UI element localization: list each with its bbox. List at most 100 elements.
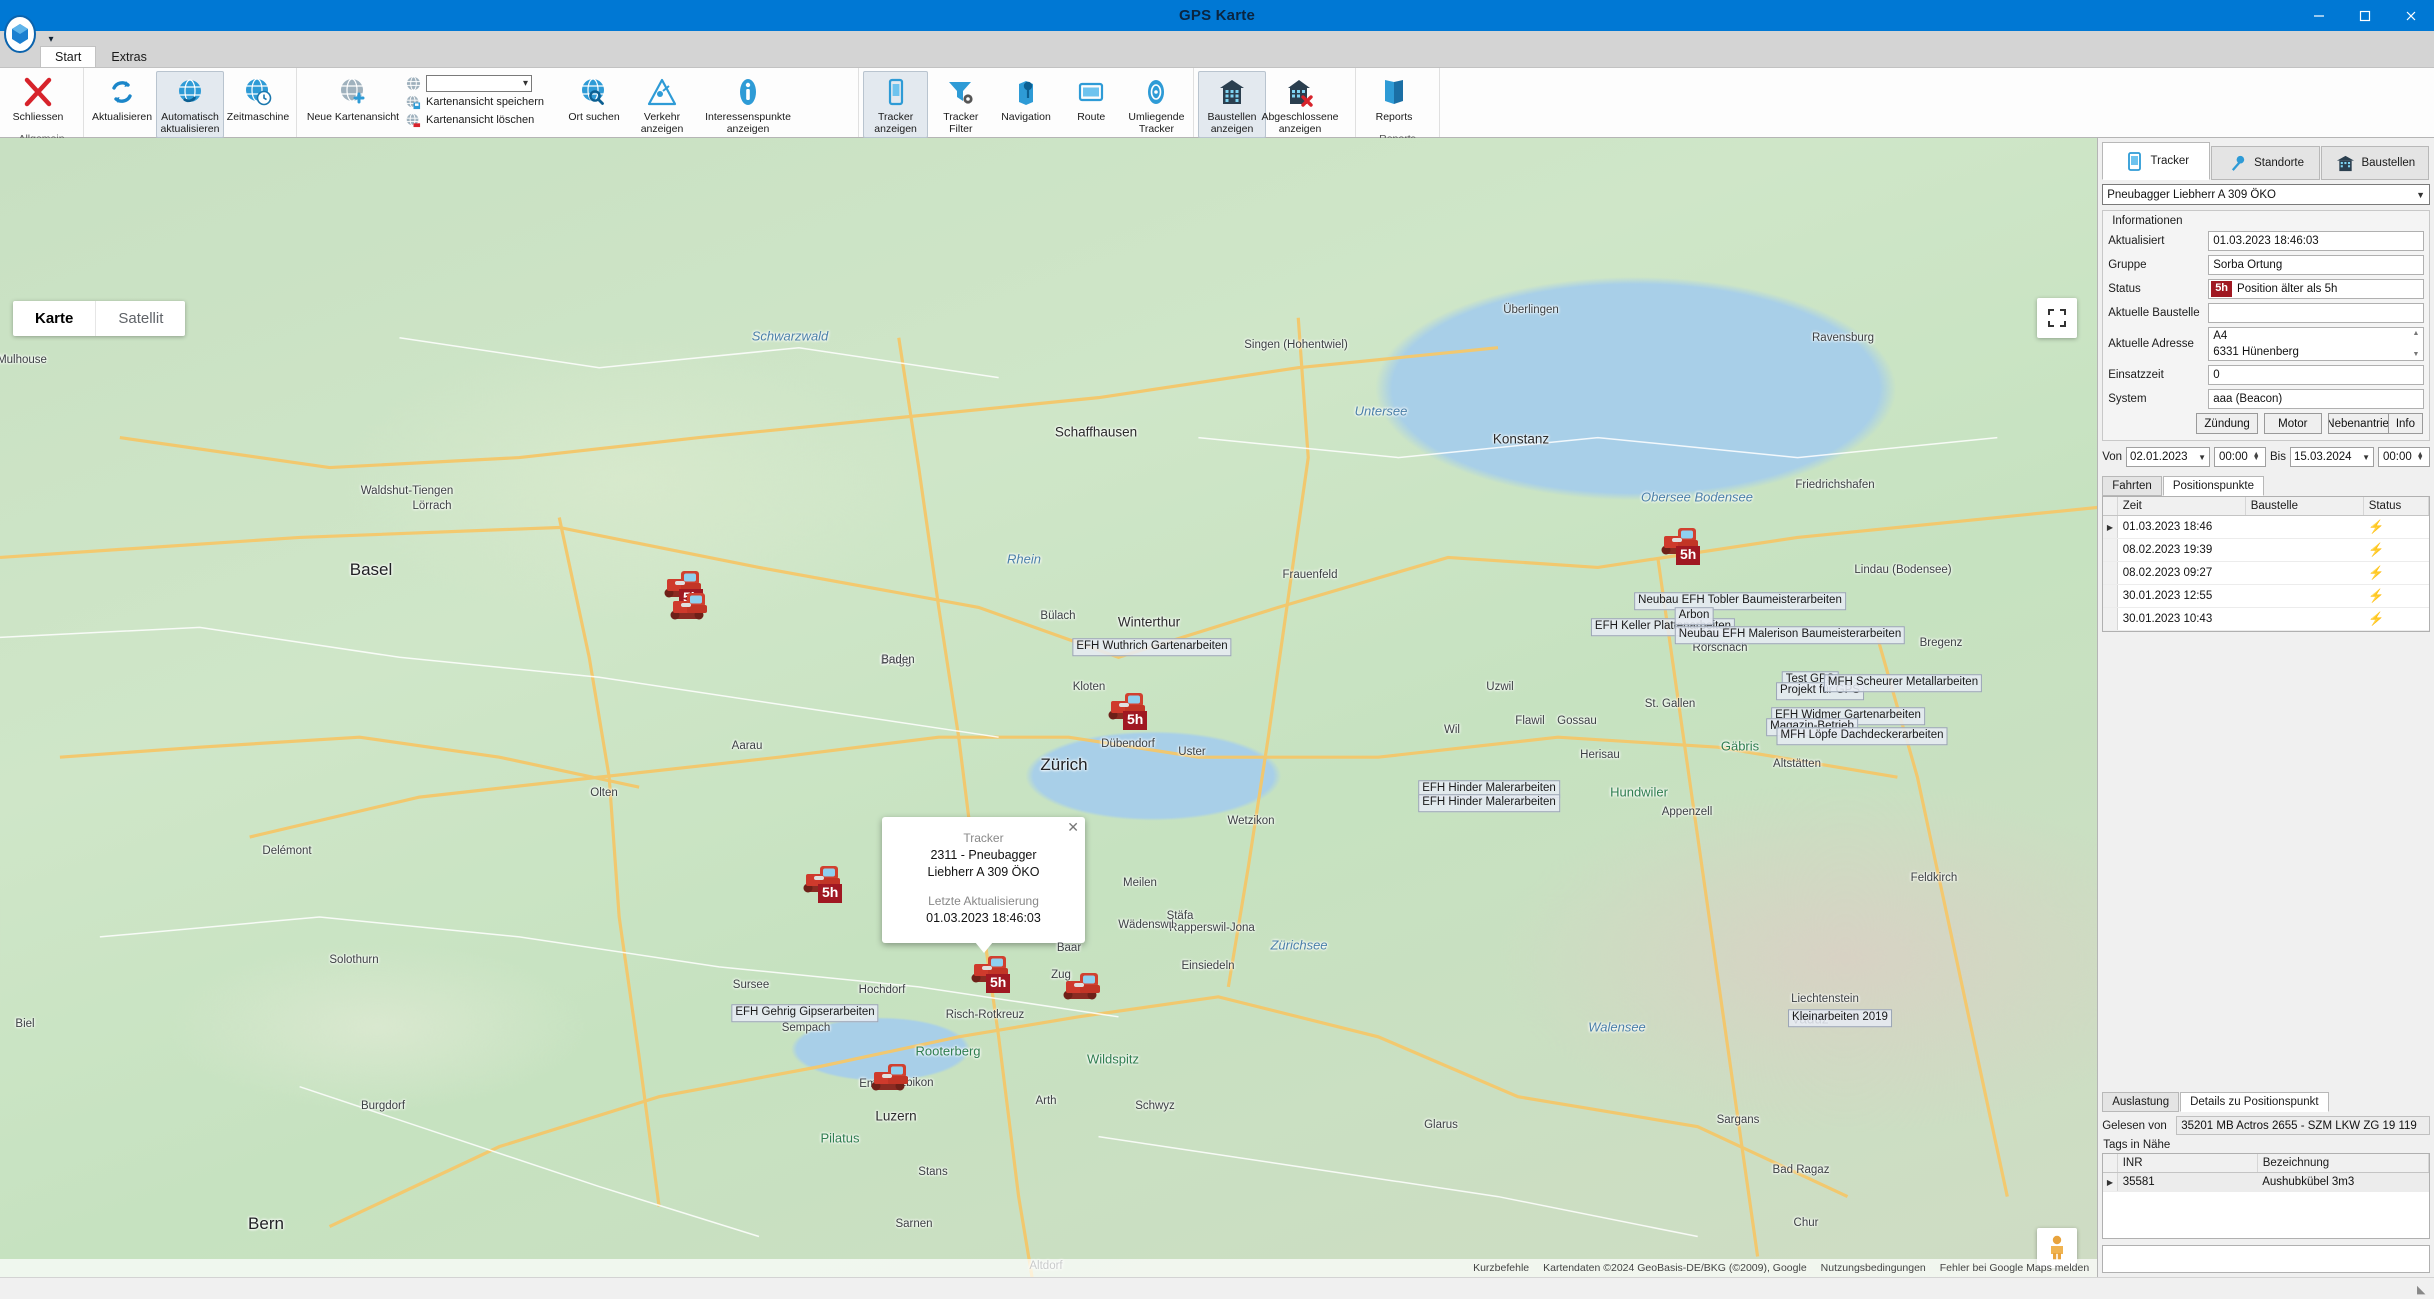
schliessen-button[interactable]: Schliessen xyxy=(4,71,72,133)
tracker-marker[interactable] xyxy=(1062,971,1108,1010)
table-row[interactable]: 30.01.2023 10:43 ⚡ xyxy=(2103,607,2429,631)
info-icon xyxy=(733,75,763,109)
tracker-anzeigen-button[interactable]: Tracker anzeigen xyxy=(863,71,929,139)
automatisch-aktualisieren-button[interactable]: Automatisch aktualisieren xyxy=(156,71,224,139)
sidebar-tab-tracker[interactable]: Tracker xyxy=(2102,142,2211,180)
tracker-filter-button[interactable]: Tracker Filter xyxy=(928,71,993,138)
construction-site-label[interactable]: Neubau EFH Malerison Baumeisterarbeiten xyxy=(1674,626,1906,644)
tab-details-positionspunkt[interactable]: Details zu Positionspunkt xyxy=(2180,1092,2329,1112)
tags-grid[interactable]: INR Bezeichnung ▶ 35581 Aushubkübel 3m3 xyxy=(2102,1153,2430,1239)
ribbon-tab-label: Extras xyxy=(111,50,147,64)
maximize-icon[interactable] xyxy=(2342,0,2388,31)
kartenansicht-speichern-button[interactable]: Kartenansicht speichern xyxy=(405,94,544,110)
attribution-report[interactable]: Fehler bei Google Maps melden xyxy=(1940,1262,2089,1274)
column-baustelle[interactable]: Baustelle xyxy=(2245,497,2364,516)
resize-grip-icon[interactable]: ◣ xyxy=(2417,1283,2431,1297)
gruppe-input[interactable]: Sorba Ortung xyxy=(2208,255,2424,275)
neue-kartenansicht-button[interactable]: Neue Kartenansicht xyxy=(301,71,405,133)
tracker-marker[interactable]: 5h xyxy=(802,864,848,903)
tracker-marker[interactable]: 5h xyxy=(1107,691,1153,730)
table-row[interactable]: ▶ 01.03.2023 18:46 ⚡ xyxy=(2103,515,2429,539)
construction-site-label[interactable]: MFH Löpfe Dachdeckerarbeiten xyxy=(1776,727,1948,745)
tracker-marker[interactable] xyxy=(870,1062,916,1101)
map-mode-toggle[interactable]: Karte Satellit xyxy=(13,301,186,336)
zeitmaschine-button[interactable]: Zeitmaschine xyxy=(224,71,292,133)
system-input[interactable]: aaa (Beacon) xyxy=(2208,389,2424,409)
reports-button[interactable]: Reports xyxy=(1360,71,1428,133)
scroll-down-icon[interactable]: ▼ xyxy=(2413,350,2420,359)
minimize-icon[interactable] xyxy=(2296,0,2342,31)
spinner-down-icon[interactable]: ▼ xyxy=(2253,455,2260,462)
column-status[interactable]: Status xyxy=(2363,497,2430,516)
ribbon-tab-extras[interactable]: Extras xyxy=(96,46,161,68)
status-input[interactable]: 5h Position älter als 5h xyxy=(2208,279,2424,299)
tab-positionspunkte[interactable]: Positionspunkte xyxy=(2162,476,2265,496)
scroll-up-icon[interactable]: ▲ xyxy=(2413,329,2420,338)
construction-site-label[interactable]: Arbon xyxy=(1674,607,1714,625)
attribution-shortcuts[interactable]: Kurzbefehle xyxy=(1473,1262,1529,1274)
spinner-arrows[interactable]: ▲ ▼ xyxy=(2253,451,2260,462)
row-marker: ▶ xyxy=(2103,1172,2118,1192)
tab-auslastung[interactable]: Auslastung xyxy=(2102,1092,2180,1112)
column-bezeichnung[interactable]: Bezeichnung xyxy=(2257,1154,2430,1173)
close-icon[interactable]: ✕ xyxy=(1067,820,1079,834)
positionspunkte-grid[interactable]: Zeit Baustelle Status ▶ 01.03.2023 18:46 ⚡… xyxy=(2102,496,2430,632)
motor-button[interactable]: Motor xyxy=(2263,413,2322,434)
bis-date-picker[interactable]: 15.03.2024 ▼ xyxy=(2290,447,2374,467)
aktuelle-adresse-input[interactable]: A4 6331 Hünenberg ▲ ▼ xyxy=(2208,327,2424,361)
von-date-picker[interactable]: 02.01.2023 ▼ xyxy=(2126,447,2211,467)
sidebar-tab-standorte[interactable]: Standorte xyxy=(2211,146,2320,180)
table-row[interactable]: ▶ 35581 Aushubkübel 3m3 xyxy=(2103,1172,2429,1192)
construction-site-label[interactable]: Neubau EFH Tobler Baumeisterarbeiten xyxy=(1634,592,1846,610)
tracker-marker[interactable] xyxy=(669,591,715,630)
application-orb-button[interactable] xyxy=(2,13,38,55)
table-row[interactable]: 08.02.2023 19:39 ⚡ xyxy=(2103,538,2429,562)
nebenantrieb-button[interactable]: Nebenantrieb xyxy=(2327,413,2394,434)
tracker-select[interactable]: Pneubagger Liebherr A 309 ÖKO ▼ xyxy=(2102,184,2430,205)
zuendung-button[interactable]: Zündung xyxy=(2196,413,2258,434)
verkehr-anzeigen-button[interactable]: Verkehr anzeigen xyxy=(628,71,696,138)
construction-site-label[interactable]: EFH Hinder Malerarbeiten xyxy=(1418,794,1560,812)
baustellen-anzeigen-button[interactable]: Baustellen anzeigen xyxy=(1198,71,1266,139)
kartenansicht-loeschen-button[interactable]: Kartenansicht löschen xyxy=(405,112,544,128)
tracker-marker[interactable]: 5h xyxy=(970,954,1016,993)
field-aktualisiert: Aktualisiert 01.03.2023 18:46:03 xyxy=(2108,231,2424,251)
spinner-arrows[interactable]: ▲ ▼ xyxy=(2417,451,2424,462)
aktuelle-baustelle-input[interactable] xyxy=(2208,303,2424,323)
column-inr[interactable]: INR xyxy=(2117,1154,2258,1173)
kartenansicht-select[interactable]: ▾ xyxy=(426,75,532,92)
close-icon[interactable] xyxy=(2388,0,2434,31)
chevron-down-icon: ▾ xyxy=(522,78,528,89)
aktualisieren-button[interactable]: Aktualisieren xyxy=(88,71,156,133)
column-zeit[interactable]: Zeit xyxy=(2117,497,2246,516)
attribution-terms[interactable]: Nutzungsbedingungen xyxy=(1821,1262,1926,1274)
scroll-arrows[interactable]: ▲ ▼ xyxy=(2410,329,2422,359)
construction-site-label[interactable]: EFH Wuthrich Gartenarbeiten xyxy=(1072,638,1232,656)
abgeschlossene-anzeigen-button[interactable]: Abgeschlossene anzeigen xyxy=(1261,71,1339,138)
ribbon-tab-start[interactable]: Start xyxy=(40,46,97,68)
aktualisiert-input[interactable]: 01.03.2023 18:46:03 xyxy=(2208,231,2424,251)
map-mode-karte[interactable]: Karte xyxy=(13,301,97,336)
construction-site-label[interactable]: Kleinarbeiten 2019 xyxy=(1788,1009,1892,1027)
spinner-down-icon[interactable]: ▼ xyxy=(2417,455,2424,462)
route-button[interactable]: Route xyxy=(1059,71,1124,133)
tab-fahrten[interactable]: Fahrten xyxy=(2102,476,2162,496)
tracker-marker[interactable]: 5h xyxy=(1660,526,1706,565)
map-mode-satellit[interactable]: Satellit xyxy=(96,301,185,336)
construction-site-label[interactable]: MFH Scheurer Metallarbeiten xyxy=(1823,674,1983,692)
navigation-button[interactable]: Navigation xyxy=(993,71,1058,133)
map-container[interactable]: Karte Satellit + − xyxy=(0,138,2098,1277)
bis-label: Bis xyxy=(2270,451,2286,463)
von-time-spinner[interactable]: 00:00 ▲ ▼ xyxy=(2214,447,2267,467)
construction-site-label[interactable]: EFH Gehrig Gipserarbeiten xyxy=(731,1004,879,1022)
ort-suchen-button[interactable]: Ort suchen xyxy=(560,71,628,133)
table-row[interactable]: 08.02.2023 09:27 ⚡ xyxy=(2103,561,2429,585)
info-button[interactable]: Info xyxy=(2387,413,2423,434)
interessenspunkte-anzeigen-button[interactable]: Interessenspunkte anzeigen xyxy=(696,71,800,138)
sidebar-tab-baustellen[interactable]: Baustellen xyxy=(2320,146,2429,180)
einsatzzeit-input[interactable]: 0 xyxy=(2208,365,2424,385)
bis-time-spinner[interactable]: 00:00 ▲ ▼ xyxy=(2378,447,2430,467)
table-row[interactable]: 30.01.2023 12:55 ⚡ xyxy=(2103,584,2429,608)
fullscreen-icon[interactable] xyxy=(2037,298,2078,338)
umliegende-tracker-button[interactable]: Umliegende Tracker xyxy=(1124,71,1189,138)
